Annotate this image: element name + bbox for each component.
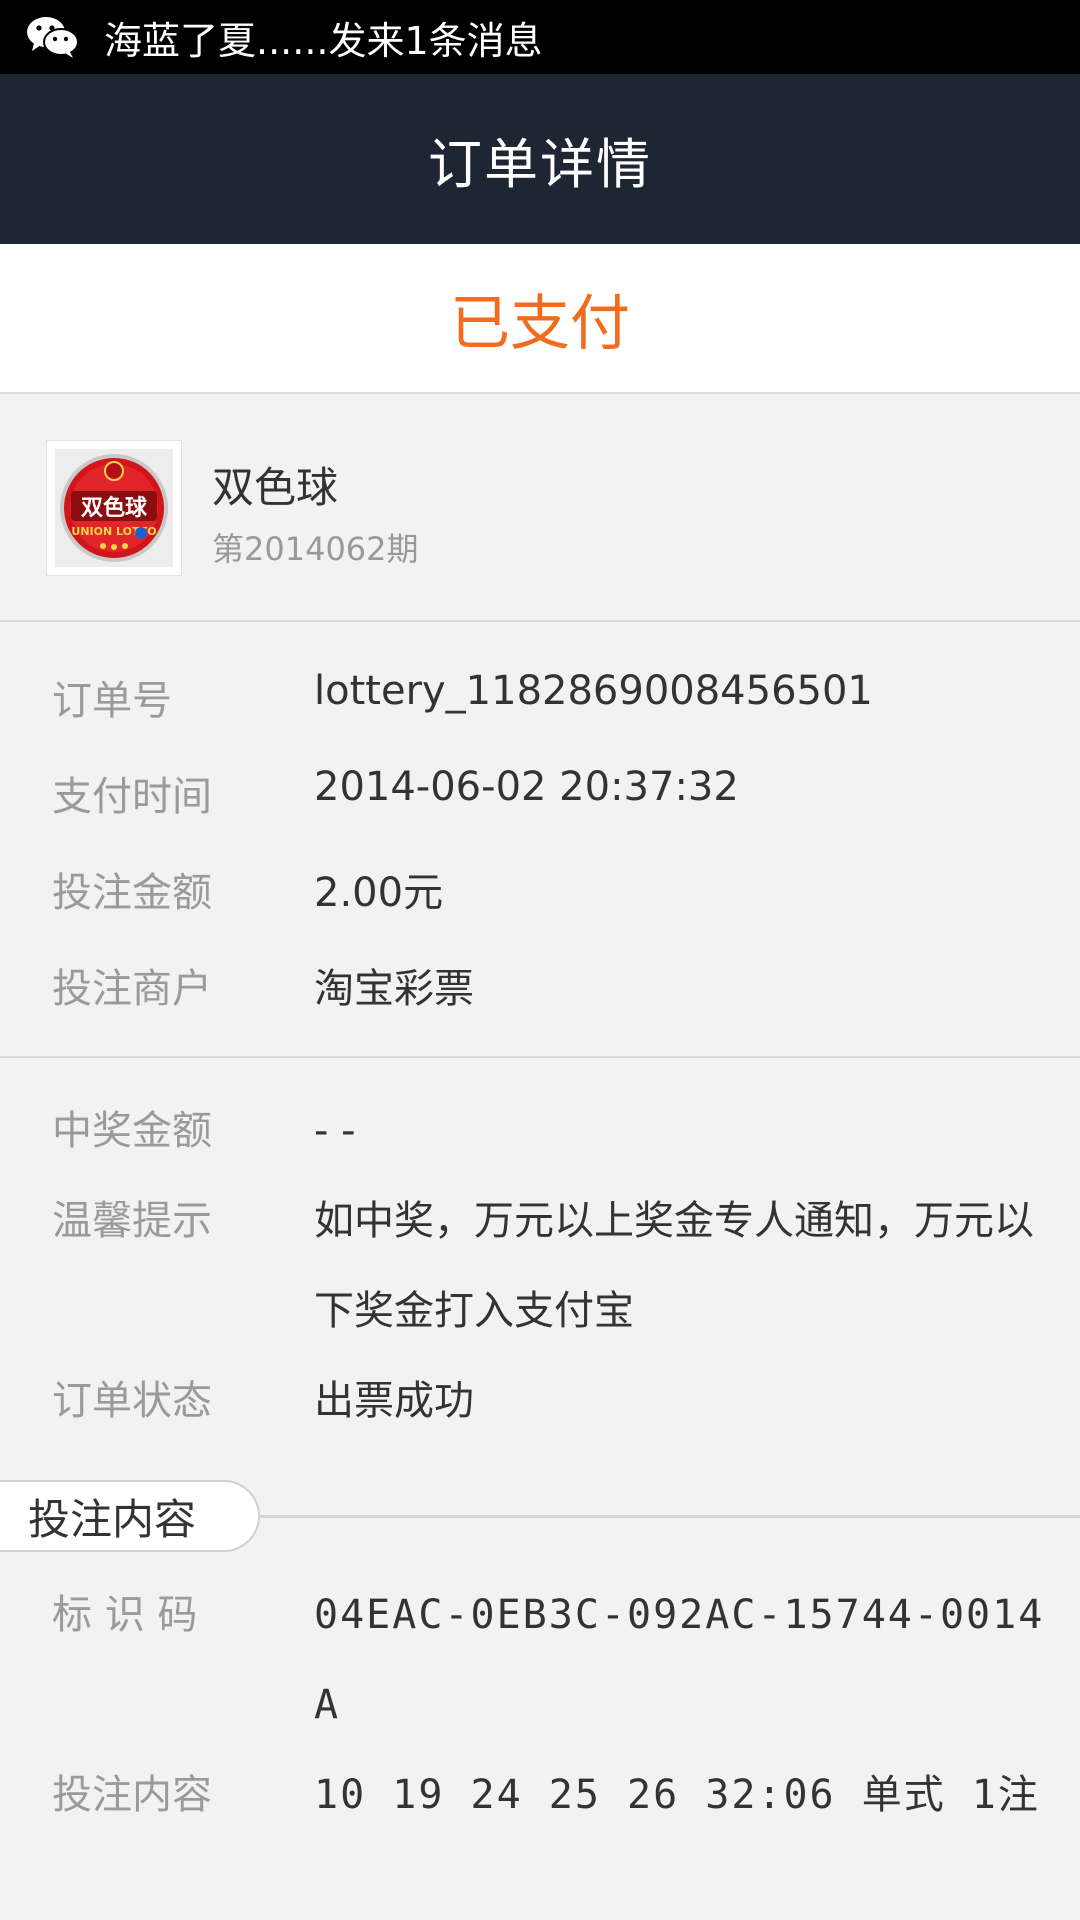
prize-amount-label: 中奖金额 — [52, 1108, 212, 1154]
ticket-id-label: 标 识 码 — [52, 1592, 198, 1638]
notification-text: 海蓝了夏......发来1条消息 — [104, 18, 543, 63]
lottery-name: 双色球 — [212, 463, 339, 512]
shuangseqiu-logo-icon: 双色球 UNION LOTTO — [55, 449, 173, 567]
merchant-value: 淘宝彩票 — [314, 966, 474, 1012]
order-number-value: lottery_1182869008456501 — [314, 668, 873, 714]
bet-content-label: 投注内容 — [52, 1772, 212, 1818]
product-logo: 双色球 UNION LOTTO — [46, 440, 182, 576]
bet-content-value: 10 19 24 25 26 32:06 单式 1注 — [314, 1772, 1040, 1818]
lottery-period: 第2014062期 — [212, 530, 419, 568]
section-divider — [258, 1515, 1080, 1518]
order-state-value: 出票成功 — [314, 1378, 474, 1424]
status-bar: 海蓝了夏......发来1条消息 — [0, 0, 1080, 74]
lottery-product: 双色球 UNION LOTTO 双色球 第2014062期 — [0, 394, 1080, 622]
tip-value: 如中奖，万元以上奖金专人通知，万元以下奖金打入支付宝 — [314, 1198, 1034, 1334]
merchant-label: 投注商户 — [52, 966, 212, 1012]
bet-amount-label: 投注金额 — [52, 870, 212, 916]
order-state-label: 订单状态 — [52, 1378, 212, 1424]
svg-text:双色球: 双色球 — [81, 495, 148, 521]
payment-status: 已支付 — [450, 288, 630, 359]
payment-status-banner: 已支付 — [0, 244, 1080, 394]
payment-time-label: 支付时间 — [52, 774, 212, 820]
prize-amount-value: - - — [314, 1108, 356, 1154]
wechat-icon — [27, 17, 79, 58]
order-number-label: 订单号 — [52, 678, 172, 724]
page-title: 订单详情 — [428, 132, 652, 196]
divider — [0, 1056, 1080, 1058]
tip-label: 温馨提示 — [52, 1198, 212, 1244]
ticket-id-value: 04EAC-0EB3C-092AC-15744-0014A — [314, 1592, 1045, 1728]
payment-time-value: 2014-06-02 20:37:32 — [314, 764, 739, 810]
bet-amount-value: 2.00元 — [314, 870, 444, 916]
bet-content-section-tab: 投注内容 — [0, 1480, 260, 1552]
app-header: 订单详情 — [0, 74, 1080, 244]
